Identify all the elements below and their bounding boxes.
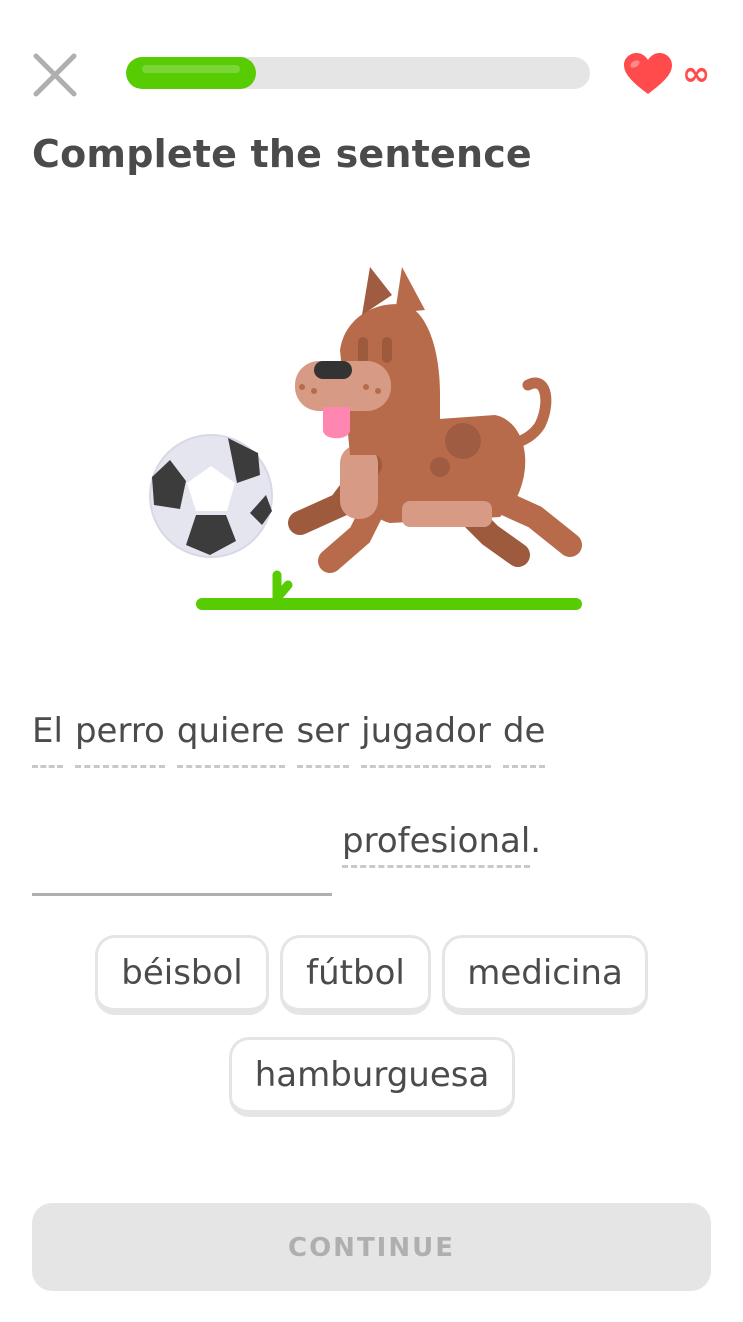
sentence-second-line: profesional. (342, 818, 542, 868)
sentence-word[interactable]: profesional (342, 821, 531, 868)
progress-highlight (142, 65, 240, 73)
sentence-word[interactable]: El (32, 708, 63, 768)
lesson-progress-bar (126, 57, 590, 89)
dog-soccer-illustration (149, 267, 582, 610)
hearts-counter[interactable]: ∞ (622, 52, 710, 96)
sentence-word[interactable]: ser (296, 708, 350, 768)
soccer-ball-icon (149, 434, 273, 558)
sentence-word[interactable]: perro (74, 708, 165, 768)
sentence-word[interactable]: jugador (361, 708, 491, 768)
option-chip[interactable]: fútbol (280, 935, 431, 1015)
sentence-word[interactable]: de (502, 708, 546, 768)
answer-blank[interactable] (32, 893, 332, 896)
option-chip[interactable]: medicina (442, 935, 648, 1015)
sentence-first-line: El perro quiere ser jugador de (32, 708, 546, 768)
lesson-progress-fill (126, 57, 256, 89)
sentence-punctuation: . (530, 821, 542, 861)
close-icon (33, 53, 77, 97)
heart-icon (624, 53, 672, 94)
page-title: Complete the sentence (32, 132, 532, 176)
dog-icon (288, 267, 582, 573)
close-button[interactable] (30, 50, 80, 100)
hearts-count: ∞ (682, 54, 711, 94)
continue-button[interactable]: CONTINUE (32, 1203, 711, 1291)
option-chip[interactable]: hamburguesa (229, 1037, 515, 1117)
option-chip[interactable]: béisbol (95, 935, 269, 1015)
sentence-word[interactable]: quiere (176, 708, 285, 768)
